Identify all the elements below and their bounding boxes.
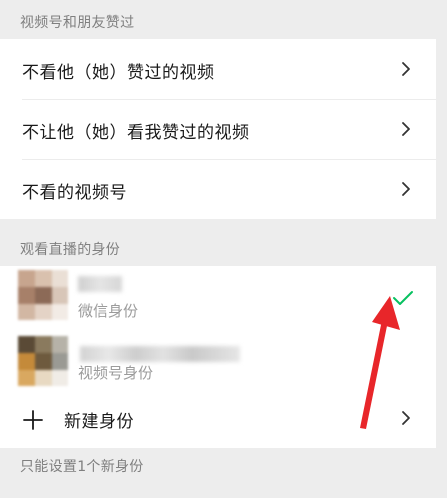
section-header-live-identity: 观看直播的身份 [20, 242, 121, 258]
row-label: 不看他（她）赞过的视频 [22, 63, 215, 83]
plus-icon [23, 410, 43, 430]
row-hide-my-likes[interactable]: 不让他（她）看我赞过的视频 [0, 99, 436, 159]
new-identity-label: 新建身份 [64, 412, 134, 432]
row-blocked-channels[interactable]: 不看的视频号 [0, 159, 436, 219]
avatar [18, 336, 68, 386]
row-hide-their-likes[interactable]: 不看他（她）赞过的视频 [0, 39, 436, 99]
blurred-name [78, 276, 122, 292]
chevron-right-icon [402, 62, 410, 76]
new-identity-limit-note: 只能设置1个新身份 [20, 459, 144, 475]
identity-type-label: 微信身份 [78, 302, 139, 320]
identity-type-label: 视频号身份 [78, 364, 154, 382]
chevron-right-icon [402, 122, 410, 136]
row-label: 不让他（她）看我赞过的视频 [22, 123, 250, 143]
chevron-right-icon [402, 182, 410, 196]
red-arrow [360, 296, 400, 429]
avatar [18, 270, 68, 320]
row-label: 不看的视频号 [22, 183, 127, 203]
friends-likes-card: 不看他（她）赞过的视频 不让他（她）看我赞过的视频 不看的视频号 [0, 39, 436, 219]
chevron-right-icon [402, 411, 410, 425]
section-header-friends-likes: 视频号和朋友赞过 [20, 15, 135, 31]
blurred-name [80, 346, 240, 362]
